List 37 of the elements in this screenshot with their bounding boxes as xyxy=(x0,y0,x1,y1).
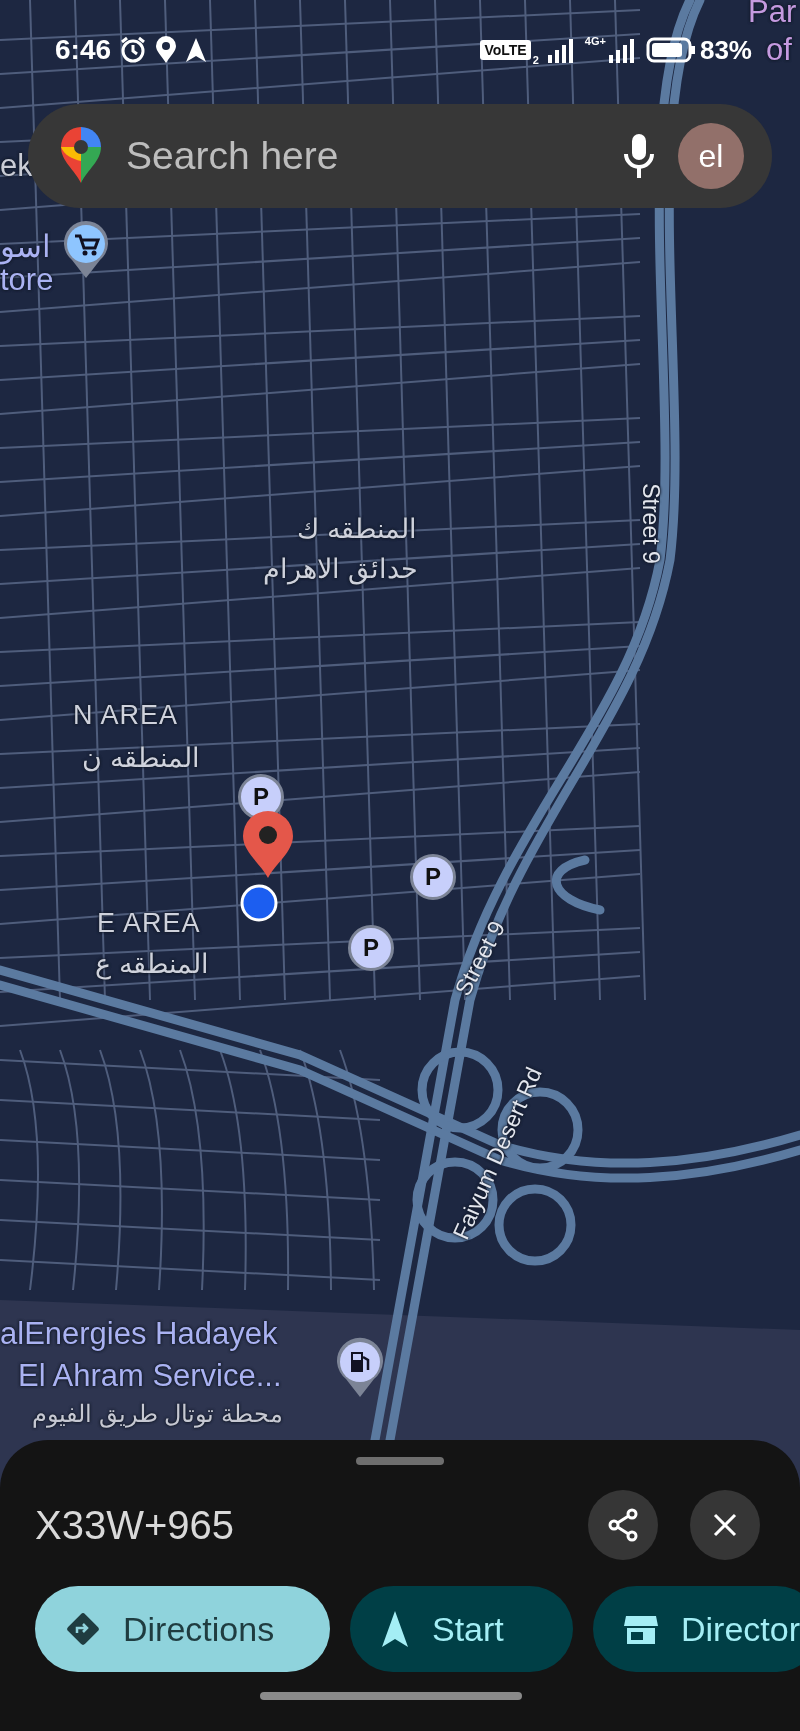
map-label: E AREA xyxy=(97,908,201,939)
fuel-station-marker[interactable] xyxy=(335,1337,385,1399)
search-field[interactable]: Search here xyxy=(124,133,600,179)
navigation-icon xyxy=(185,37,208,63)
map-label: alEnergies Hadayek xyxy=(0,1316,278,1352)
sim-number: 2 xyxy=(532,53,539,66)
map-label: حدائق الاهرام xyxy=(263,553,418,585)
current-location-dot xyxy=(240,884,278,922)
directions-chip[interactable]: Directions xyxy=(35,1586,330,1672)
map-label: N AREA xyxy=(73,700,179,731)
navigation-arrow-icon xyxy=(380,1609,410,1649)
map-label: Street 9 xyxy=(636,483,664,564)
share-icon xyxy=(607,1508,639,1542)
map-label: المنطقه ن xyxy=(82,742,200,774)
network-type: 4G+ xyxy=(584,34,606,47)
clock: 6:46 xyxy=(55,34,112,66)
volte-indicator: VoLTE xyxy=(480,40,531,60)
drag-handle[interactable] xyxy=(356,1457,444,1465)
account-avatar[interactable]: el xyxy=(678,123,744,189)
battery-percentage: 83% xyxy=(699,34,752,66)
map-label: محطة توتال طريق الفيوم xyxy=(32,1400,283,1428)
directory-chip[interactable]: Director xyxy=(593,1586,800,1672)
map-pin-logo-icon xyxy=(60,127,102,185)
map-label: of xyxy=(766,32,792,68)
map-label: El Ahram Service... xyxy=(18,1358,282,1394)
close-icon xyxy=(712,1512,738,1538)
location-icon xyxy=(155,36,178,64)
place-title: X33W+965 xyxy=(35,1502,236,1548)
shopping-cart-marker[interactable] xyxy=(62,220,110,280)
map-label: المنطقه ع xyxy=(95,948,209,980)
alarm-icon xyxy=(119,36,148,64)
microphone-icon[interactable] xyxy=(622,132,656,180)
map-label: المنطقه ك xyxy=(297,513,417,545)
location-pin-icon xyxy=(241,810,295,880)
battery-icon xyxy=(645,37,696,63)
start-chip[interactable]: Start xyxy=(350,1586,573,1672)
map-label: Par xyxy=(748,0,797,30)
